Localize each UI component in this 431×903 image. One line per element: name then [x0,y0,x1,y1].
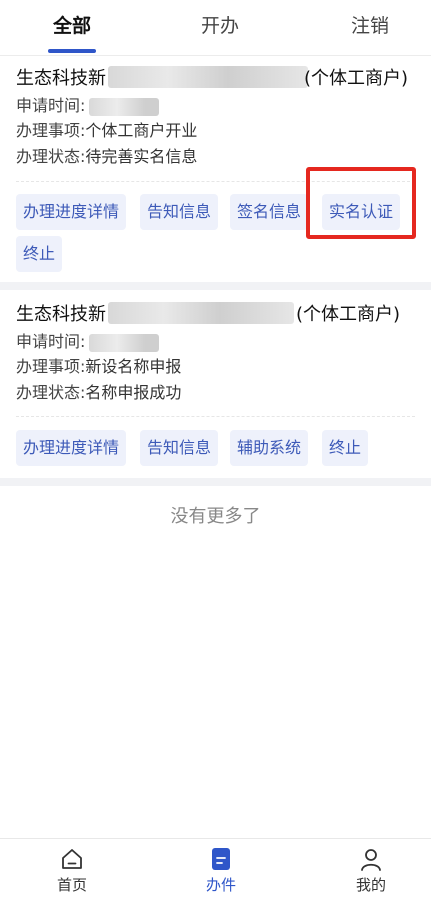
no-more-text: 没有更多了 [170,506,261,527]
card-title[interactable]: 生态科技新 (个体工商户) [16,300,416,328]
apply-time-row: 申请时间: [16,94,160,118]
status-value: 名称申报成功 [85,383,182,402]
nav-cases-label: 办件 [205,876,236,894]
nav-mine-label: 我的 [355,876,386,894]
redacted-name [108,66,308,88]
matter-value: 新设名称申报 [85,357,182,376]
progress-detail-button[interactable]: 办理进度详情 [16,194,127,230]
application-card-2: 生态科技新 (个体工商户) 申请时间: 办理事项:新设名称申报 办理状态:名称申… [0,290,431,476]
card-divider [16,181,415,182]
notice-info-button[interactable]: 告知信息 [140,194,219,230]
terminate-button[interactable]: 终止 [322,430,369,466]
redacted-name [108,302,294,324]
apply-time-row: 申请时间: [16,330,160,354]
nav-home[interactable]: 首页 [32,847,112,895]
card-separator [0,478,431,486]
status-label: 办理状态: [16,383,86,402]
real-name-auth-button[interactable]: 实名认证 [322,194,401,230]
status-row: 办理状态:名称申报成功 [16,381,181,405]
apply-time-label: 申请时间: [16,332,86,351]
assist-system-button[interactable]: 辅助系统 [230,430,309,466]
tab-all[interactable]: 全部 [42,10,102,46]
matter-value: 个体工商户开业 [85,121,198,140]
company-type: (个体工商户) [304,68,409,89]
signature-info-button[interactable]: 签名信息 [230,194,309,230]
document-icon [212,848,230,870]
redacted-apply-time [89,333,160,352]
matter-row: 办理事项:个体工商户开业 [16,119,197,143]
bottom-nav: 首页 办件 我的 [0,838,431,903]
company-name-prefix: 生态科技新 [16,304,106,325]
matter-row: 办理事项:新设名称申报 [16,355,181,379]
card-title[interactable]: 生态科技新 (个体工商户) [16,64,416,92]
redacted-apply-time [89,97,160,116]
nav-cases[interactable]: 办件 [181,847,261,895]
nav-mine[interactable]: 我的 [331,847,411,895]
card-divider [16,416,415,417]
tab-open[interactable]: 开办 [190,10,250,46]
matter-label: 办理事项: [16,121,86,140]
application-card-1: 生态科技新 (个体工商户) 申请时间: 办理事项:个体工商户开业 办理状态:待完… [0,56,431,280]
status-label: 办理状态: [16,147,86,166]
terminate-button[interactable]: 终止 [16,236,63,272]
active-tab-indicator [48,49,96,53]
tab-cancel[interactable]: 注销 [340,10,400,46]
company-type: (个体工商户) [296,304,401,325]
company-name-prefix: 生态科技新 [16,68,106,89]
tab-bar: 全部 开办 注销 [0,0,431,56]
home-icon [62,849,82,869]
progress-detail-button[interactable]: 办理进度详情 [16,430,127,466]
status-value: 待完善实名信息 [85,147,198,166]
card-separator [0,282,431,290]
user-icon [361,849,381,871]
notice-info-button[interactable]: 告知信息 [140,430,219,466]
apply-time-label: 申请时间: [16,96,86,115]
matter-label: 办理事项: [16,357,86,376]
nav-home-label: 首页 [56,876,87,894]
status-row: 办理状态:待完善实名信息 [16,145,197,169]
